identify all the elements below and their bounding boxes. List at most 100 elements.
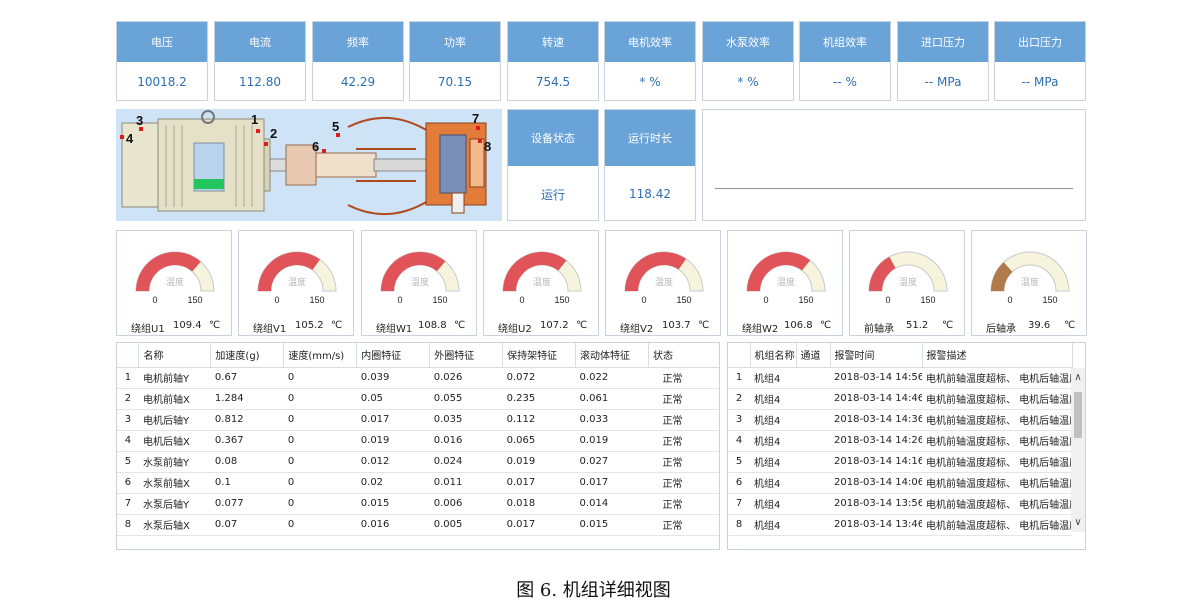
column-header[interactable]: 报警时间 [830,343,923,368]
table-cell: 3 [117,409,139,431]
metric-value: 10018.2 [137,74,187,89]
alarm-table: 机组名称 通道 报警时间 报警描述 1 机组4 2018-03-14 14:56: 电机前轴… [727,342,1086,550]
figure-caption: 图 6. 机组详细视图 [516,580,671,601]
metric-value: -- MPa [924,74,962,89]
scrollbar-thumb[interactable] [1074,392,1082,438]
alarm-table-scrollbar[interactable]: ∧ ∨ [1071,368,1085,532]
metric-label: 进口压力 [898,22,988,62]
table-row[interactable]: 1机组4 2018-03-14 14:56:电机前轴温度超标、 电机后轴温度超 [728,367,1072,389]
column-header[interactable]: 内圈特征 [356,343,431,368]
gauge-fill [869,256,896,291]
table-row[interactable]: 3 电机后轴Y 0.812 0 0.017 0.035 0.112 0.033 正常 [117,409,719,431]
table-cell: 机组4 [750,472,796,494]
table-cell: 电机前轴温度超标、 电机后轴温度超 [922,472,1072,494]
table-cell: 0.027 [575,451,649,473]
column-header[interactable] [728,343,751,368]
column-header[interactable]: 外圈特征 [429,343,504,368]
column-header[interactable]: 名称 [138,343,212,368]
table-row[interactable]: 6 水泵前轴X 0.1 0 0.02 0.011 0.017 0.017 正常 [117,472,719,494]
table-cell: 0.017 [575,472,649,494]
column-header[interactable]: 加速度(g) [210,343,285,368]
table-cell: 0 [283,472,357,494]
table-row[interactable]: 2机组4 2018-03-14 14:46:电机前轴温度超标、 电机后轴温度超 [728,388,1072,410]
vibration-table: 名称 加速度(g) 速度(mm/s) 内圈特征 外圈特征 保持架特征 滚动体特征 状态 1 电机… [116,342,720,550]
table-row[interactable]: 8 水泵后轴X 0.07 0 0.016 0.005 0.017 0.015 正常 [117,514,719,536]
gauge-max: 150 [432,295,447,305]
table-cell [796,472,830,494]
table-cell: 电机前轴温度超标、 电机后轴温度超 [922,514,1072,536]
table-cell: 2018-03-14 14:36: [830,409,922,431]
column-header[interactable]: 机组名称 [750,343,797,368]
table-row[interactable]: 4机组4 2018-03-14 14:26:电机前轴温度超标、 电机后轴温度超 [728,430,1072,452]
vibration-table-grid: 名称 加速度(g) 速度(mm/s) 内圈特征 外圈特征 保持架特征 滚动体特征 状态 1 电机… [117,343,719,536]
gauge-name: 绕组W2 [742,324,779,335]
gauge-max: 150 [920,295,935,305]
table-row[interactable]: 5机组4 2018-03-14 14:16:电机前轴温度超标、 电机后轴温度超 [728,451,1072,473]
runtime-label: 运行时长 [605,110,695,166]
gauge-value: 39.6 [1028,320,1051,331]
table-cell: 正常 [648,409,719,431]
gauge-title: 温度 [166,276,184,287]
gauge-name: 绕组U1 [131,324,165,335]
table-row[interactable]: 2 电机前轴X 1.284 0 0.05 0.055 0.235 0.061 正常 [117,388,719,410]
marker-label-7: 7 [472,111,479,126]
table-cell: 6 [728,472,750,494]
table-row[interactable]: 5 水泵前轴Y 0.08 0 0.012 0.024 0.019 0.027 正常 [117,451,719,473]
gauge-unit: ℃ [209,320,221,331]
table-row[interactable]: 1 电机前轴Y 0.67 0 0.039 0.026 0.072 0.022 正常 [117,367,719,389]
table-row[interactable]: 6机组4 2018-03-14 14:06:电机前轴温度超标、 电机后轴温度超 [728,472,1072,494]
table-cell: 0.039 [356,367,430,389]
metric-label: 电压 [117,22,207,62]
table-cell [796,514,830,536]
gauge-unit: ℃ [942,320,954,331]
table-row[interactable]: 3机组4 2018-03-14 14:36:电机前轴温度超标、 电机后轴温度超 [728,409,1072,431]
metric-label: 水泵效率 [703,22,793,62]
column-header[interactable]: 状态 [648,343,719,368]
gauge-min: 0 [397,295,402,305]
gauge-title: 温度 [899,276,917,287]
table-cell: 0.016 [429,430,503,452]
table-cell: 电机后轴X [138,430,211,452]
table-row[interactable]: 4 电机后轴X 0.367 0 0.019 0.016 0.065 0.019 正常 [117,430,719,452]
gauge-min: 0 [1007,295,1012,305]
runtime-tile: 运行时长 118.42 [604,109,696,221]
gauge-dial: 温度 0 150 [502,251,582,305]
table-cell: 1 [728,367,750,389]
column-header[interactable]: 保持架特征 [502,343,577,368]
column-header[interactable] [117,343,140,368]
table-cell: 0 [283,409,357,431]
column-header[interactable]: 速度(mm/s) [283,343,358,368]
table-cell: 7 [728,493,750,515]
table-row[interactable]: 8机组4 2018-03-14 13:46:电机前轴温度超标、 电机后轴温度超 [728,514,1072,536]
scroll-down-icon[interactable]: ∨ [1071,517,1085,528]
gauge-value: 106.8 [784,320,813,331]
metric-label: 功率 [410,22,500,62]
table-cell: 0.072 [502,367,576,389]
column-header[interactable]: 通道 [796,343,831,368]
table-cell: 电机前轴温度超标、 电机后轴温度超 [922,388,1072,410]
table-cell: 水泵前轴X [138,472,211,494]
table-cell: 2018-03-14 14:26: [830,430,922,452]
gauge-title: 温度 [533,276,551,287]
scroll-up-icon[interactable]: ∧ [1071,372,1085,383]
table-cell: 0.077 [210,493,284,515]
table-cell [796,493,830,515]
table-cell: 4 [117,430,139,452]
table-cell [796,430,830,452]
column-header[interactable]: 滚动体特征 [575,343,649,368]
gauge-min: 0 [641,295,646,305]
table-cell: 电机前轴X [138,388,211,410]
metric-value: 112.80 [239,74,281,89]
table-cell: 2 [117,388,139,410]
table-cell: 2 [728,388,750,410]
table-row[interactable]: 7 水泵后轴Y 0.077 0 0.015 0.006 0.018 0.014 正常 [117,493,719,515]
gauge-5: 温度 0 150 绕组V2 103.7 ℃ [605,230,721,336]
gauge-value: 51.2 [906,320,929,331]
gauge-dial: 温度 0 150 [624,251,704,305]
table-cell: 2018-03-14 14:16: [830,451,922,473]
column-header[interactable]: 报警描述 [922,343,1073,368]
table-row[interactable]: 7机组4 2018-03-14 13:56:电机前轴温度超标、 电机后轴温度超 [728,493,1072,515]
table-cell: 0 [283,493,357,515]
gauge-title: 温度 [411,276,429,287]
alarm-table-grid: 机组名称 通道 报警时间 报警描述 1 机组4 2018-03-14 14:56: 电机前轴… [728,343,1073,536]
